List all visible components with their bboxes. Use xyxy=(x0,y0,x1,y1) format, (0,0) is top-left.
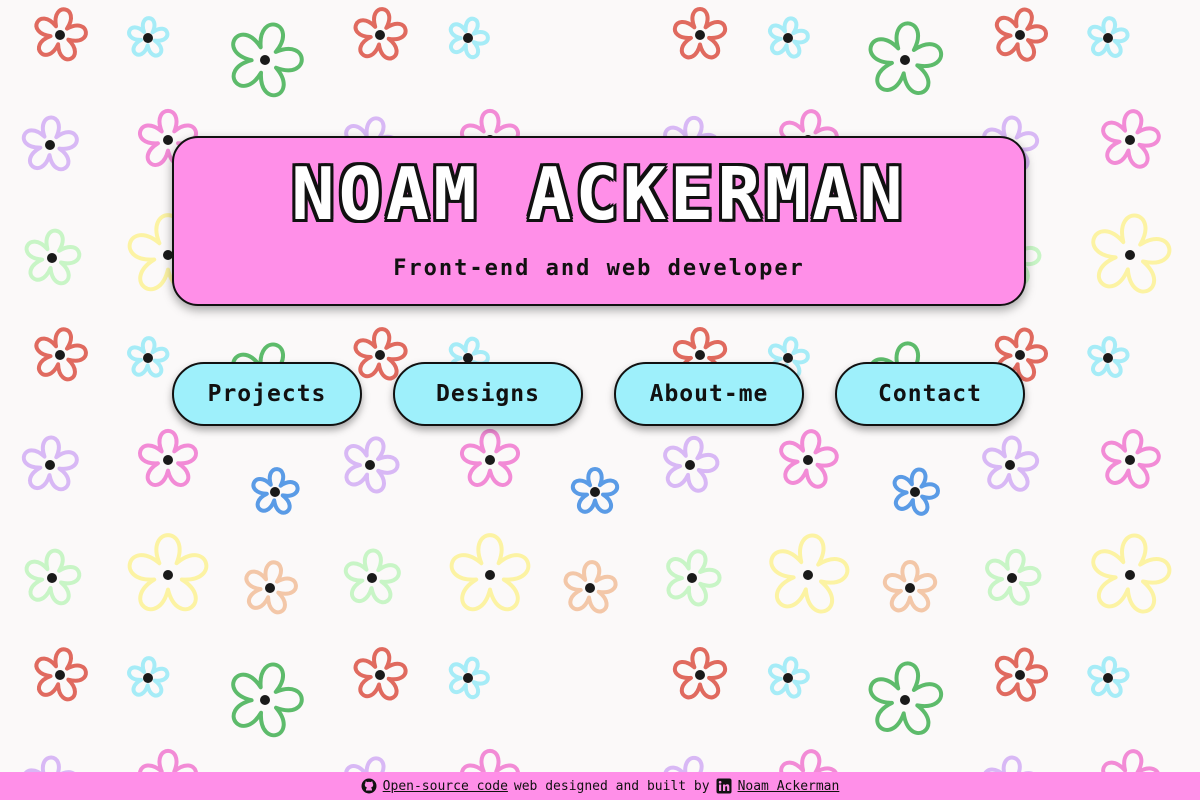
flower-doodle xyxy=(34,647,88,702)
flower-doodle xyxy=(24,548,82,606)
github-icon[interactable] xyxy=(361,778,377,794)
flower-doodle xyxy=(34,327,88,382)
flower-doodle xyxy=(994,647,1048,702)
flower-doodle xyxy=(1087,656,1130,698)
about-me-button[interactable]: About-me xyxy=(614,362,804,426)
flower-doodle xyxy=(127,16,170,58)
flower-doodle xyxy=(868,661,944,735)
flower-doodle xyxy=(353,327,408,381)
flower-doodle xyxy=(127,656,170,698)
flower-doodle xyxy=(994,7,1048,62)
flower-doodle xyxy=(353,647,408,701)
projects-button[interactable]: Projects xyxy=(172,362,362,426)
flower-doodle xyxy=(449,533,531,612)
flower-doodle xyxy=(344,436,400,494)
flower-doodle xyxy=(1087,336,1130,378)
flower-doodle xyxy=(21,435,79,492)
flower-doodle xyxy=(343,548,401,605)
flower-doodle xyxy=(353,7,408,61)
footer: Open-source code web designed and built … xyxy=(0,772,1200,800)
flower-doodle xyxy=(244,560,298,615)
flower-doodle xyxy=(563,560,618,614)
flower-doodle xyxy=(666,549,722,607)
flower-doodle xyxy=(570,467,620,514)
flower-doodle xyxy=(985,548,1042,606)
flower-doodle xyxy=(768,656,810,699)
flower-doodle xyxy=(982,435,1039,492)
flower-doodle xyxy=(24,228,82,286)
flower-doodle xyxy=(251,467,300,515)
flower-doodle xyxy=(892,467,940,516)
flower-doodle xyxy=(127,336,170,378)
flower-doodle xyxy=(231,662,304,738)
author-link[interactable]: Noam Ackerman xyxy=(738,779,840,794)
flower-doodle xyxy=(448,16,490,60)
flower-doodle xyxy=(868,21,944,95)
footer-text: web designed and built by xyxy=(513,778,710,794)
flower-doodle xyxy=(1091,533,1172,614)
page-title: NOAM ACKERMAN xyxy=(291,152,907,236)
flower-doodle xyxy=(769,533,850,614)
flower-doodle xyxy=(663,435,720,493)
flower-doodle xyxy=(34,7,88,62)
flower-doodle xyxy=(672,647,728,700)
flower-doodle xyxy=(1087,16,1130,58)
flower-doodle xyxy=(21,115,79,172)
hero-card: NOAM ACKERMAN Front-end and web develope… xyxy=(172,136,1026,306)
flower-doodle xyxy=(768,16,810,59)
flower-doodle xyxy=(672,7,728,60)
page-subtitle: Front-end and web developer xyxy=(393,256,805,281)
flower-doodle xyxy=(138,428,198,487)
flower-doodle xyxy=(882,560,938,613)
flower-doodle xyxy=(448,656,490,700)
flower-doodle xyxy=(231,22,304,98)
open-source-code-link[interactable]: Open-source code xyxy=(383,779,508,794)
flower-doodle xyxy=(1091,213,1172,294)
contact-button[interactable]: Contact xyxy=(835,362,1025,426)
designs-button[interactable]: Designs xyxy=(393,362,583,426)
flower-doodle xyxy=(127,533,209,612)
flower-doodle xyxy=(1101,429,1161,489)
flower-doodle xyxy=(779,429,839,489)
linkedin-icon[interactable] xyxy=(716,778,732,794)
flower-doodle xyxy=(1101,109,1161,169)
flower-doodle xyxy=(460,428,520,487)
